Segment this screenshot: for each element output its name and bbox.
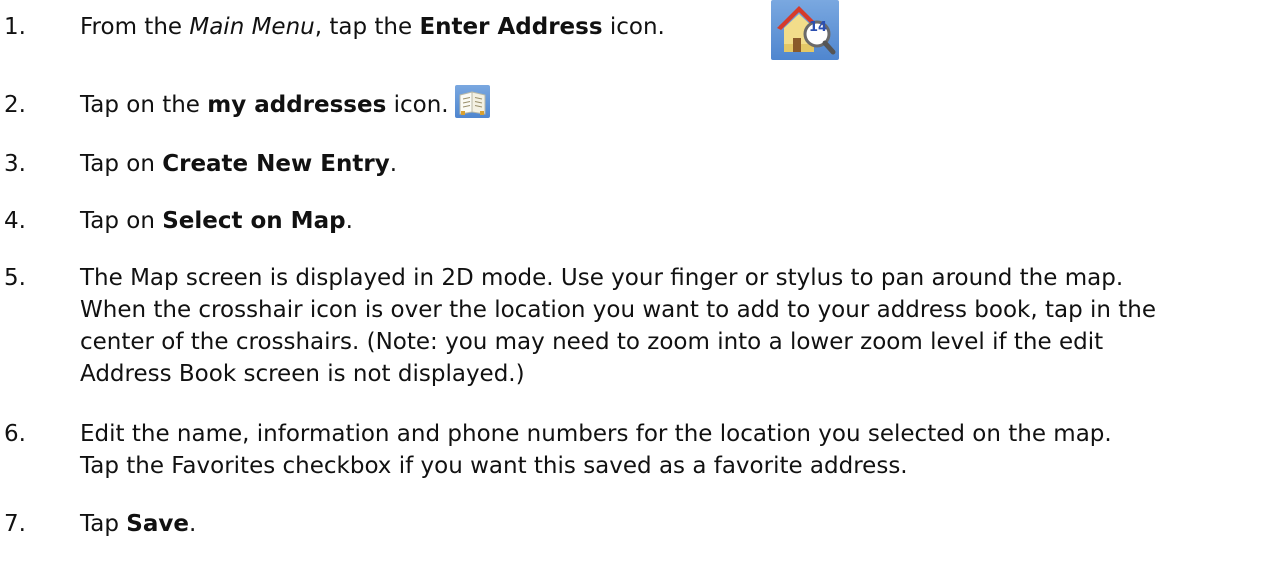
step-text-part: icon.: [386, 92, 449, 118]
step-number: 5.: [4, 265, 26, 291]
step-text-part: , tap the: [314, 14, 420, 40]
step-text: From the Main Menu, tap the Enter Addres…: [80, 11, 1260, 43]
step-6: 6. Edit the name, information and phone …: [0, 418, 1264, 484]
step-number: 4.: [4, 208, 26, 234]
step-text-part: From the: [80, 14, 190, 40]
step-text: The Map screen is displayed in 2D mode. …: [80, 262, 1260, 390]
house-magnifier-icon: 14: [771, 0, 839, 60]
step-text-part: .: [345, 208, 353, 234]
step-number: 1.: [4, 14, 26, 40]
step-text-line: Edit the name, information and phone num…: [80, 421, 1112, 447]
step-text-line: Tap the Favorites checkbox if you want t…: [80, 453, 908, 479]
step-text-part: Tap: [80, 511, 127, 537]
house-number-badge: 14: [809, 20, 828, 35]
step-5: 5. The Map screen is displayed in 2D mod…: [0, 262, 1264, 392]
my-addresses-label: my addresses: [207, 92, 387, 118]
step-text-line: Address Book screen is not displayed.): [80, 361, 525, 387]
step-text-part: Tap on the: [80, 92, 208, 118]
step-2: 2. Tap on the my addresses icon.: [0, 85, 1264, 129]
step-text-part: icon.: [602, 14, 665, 40]
step-text-part: Tap on: [80, 208, 163, 234]
select-on-map-label: Select on Map: [162, 208, 346, 234]
step-text: Tap on the my addresses icon.: [80, 85, 1260, 122]
menu-name: Main Menu: [189, 14, 315, 40]
step-7: 7. Tap Save.: [0, 508, 1264, 548]
step-text-line: When the crosshair icon is over the loca…: [80, 297, 1157, 323]
save-label: Save: [126, 511, 189, 537]
step-text-part: .: [188, 511, 197, 537]
step-text: Tap on Select on Map.: [80, 205, 1260, 237]
step-text: Tap on Create New Entry.: [80, 148, 1260, 180]
step-number: 6.: [4, 421, 26, 447]
create-new-entry-label: Create New Entry: [162, 151, 390, 177]
enter-address-label: Enter Address: [419, 14, 603, 40]
step-text-line: The Map screen is displayed in 2D mode. …: [80, 265, 1124, 291]
step-text-part: .: [389, 151, 397, 177]
step-4: 4. Tap on Select on Map.: [0, 205, 1264, 245]
address-book-icon: [454, 85, 490, 118]
step-number: 7.: [4, 511, 26, 537]
step-text-part: Tap on: [80, 151, 163, 177]
step-text: Tap Save.: [80, 508, 1260, 540]
step-1: 1. From the Main Menu, tap the Enter Add…: [0, 11, 1264, 51]
step-number: 3.: [4, 151, 26, 177]
step-text: Edit the name, information and phone num…: [80, 418, 1260, 482]
step-number: 2.: [4, 92, 26, 118]
step-3: 3. Tap on Create New Entry.: [0, 148, 1264, 188]
step-text-line: center of the crosshairs. (Note: you may…: [80, 329, 1104, 355]
